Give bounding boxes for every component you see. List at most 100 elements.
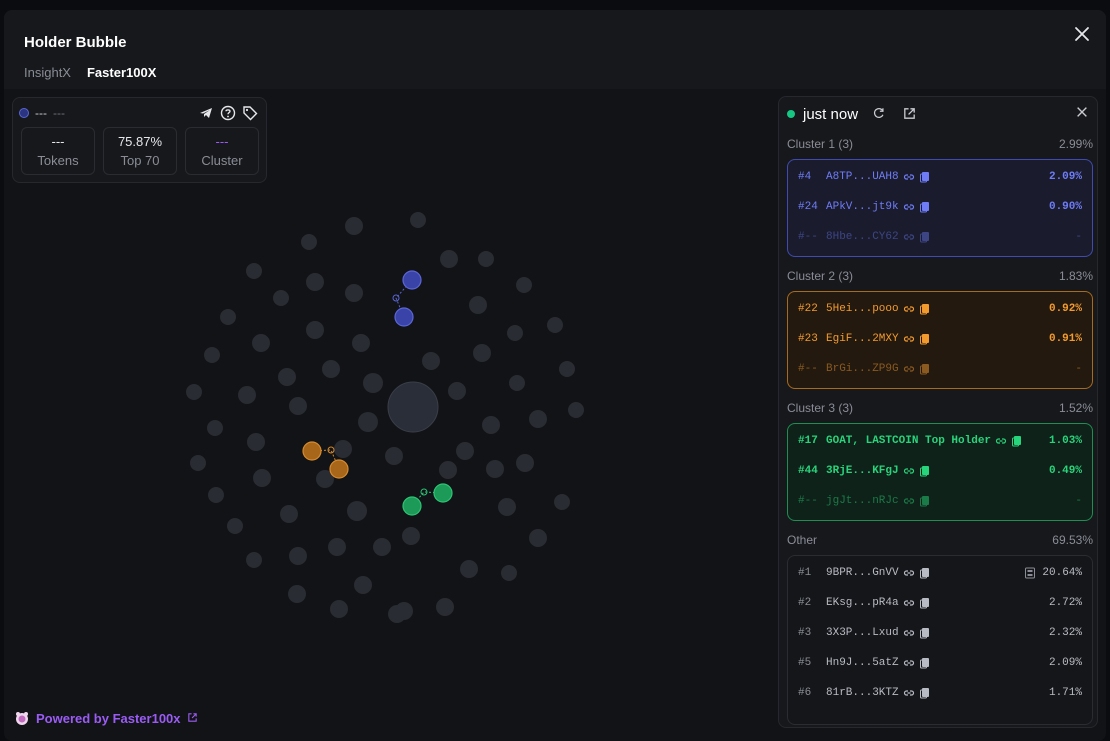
- copy-icon[interactable]: [919, 567, 931, 579]
- table-row[interactable]: #17 GOAT, LASTCOIN Top Holder 1.03%: [798, 432, 1082, 450]
- holder-bubble[interactable]: [345, 284, 363, 302]
- top-holder-bubble[interactable]: [387, 381, 439, 433]
- cluster-2-bubble[interactable]: [302, 441, 322, 461]
- link-icon[interactable]: [903, 171, 915, 183]
- holder-bubble[interactable]: [354, 576, 372, 594]
- holder-bubble[interactable]: [204, 347, 220, 363]
- holder-bubble[interactable]: [547, 317, 563, 333]
- holder-bubble[interactable]: [482, 416, 500, 434]
- holder-bubble[interactable]: [306, 321, 324, 339]
- copy-icon[interactable]: [919, 687, 931, 699]
- holder-bubble[interactable]: [252, 334, 270, 352]
- copy-icon[interactable]: [919, 495, 931, 507]
- holder-bubble[interactable]: [460, 560, 478, 578]
- holder-address[interactable]: 81rB...3KTZ: [826, 687, 899, 699]
- holder-bubble[interactable]: [509, 375, 525, 391]
- holder-bubble[interactable]: [322, 360, 340, 378]
- holder-bubble[interactable]: [554, 494, 570, 510]
- table-row[interactable]: #2 EKsg...pR4a 2.72%: [798, 594, 1082, 612]
- holder-bubble[interactable]: [439, 461, 457, 479]
- close-icon[interactable]: [1072, 24, 1092, 44]
- copy-icon[interactable]: [919, 171, 931, 183]
- copy-icon[interactable]: [919, 303, 931, 315]
- holder-bubble[interactable]: [280, 505, 298, 523]
- holder-bubble[interactable]: [330, 600, 348, 618]
- tab-insightx[interactable]: InsightX: [24, 65, 71, 80]
- holder-bubble[interactable]: [456, 442, 474, 460]
- tag-icon[interactable]: [242, 105, 258, 121]
- holder-bubble[interactable]: [385, 447, 403, 465]
- copy-icon[interactable]: [919, 333, 931, 345]
- holder-bubble[interactable]: [246, 552, 262, 568]
- telegram-icon[interactable]: [198, 105, 214, 121]
- table-row[interactable]: #1 9BPR...GnVV 20.64%: [798, 564, 1082, 582]
- holder-bubble[interactable]: [328, 538, 346, 556]
- holder-bubble[interactable]: [507, 325, 523, 341]
- holder-bubble[interactable]: [220, 309, 236, 325]
- holder-bubble[interactable]: [190, 455, 206, 471]
- holder-address[interactable]: BrGi...ZP9G: [826, 363, 899, 375]
- holder-bubble[interactable]: [238, 386, 256, 404]
- link-icon[interactable]: [995, 435, 1007, 447]
- holder-bubble[interactable]: [529, 410, 547, 428]
- holder-bubble[interactable]: [363, 373, 383, 393]
- holder-bubble[interactable]: [486, 460, 504, 478]
- help-icon[interactable]: [220, 105, 236, 121]
- copy-icon[interactable]: [919, 201, 931, 213]
- link-icon[interactable]: [903, 465, 915, 477]
- holder-address[interactable]: Hn9J...5atZ: [826, 657, 899, 669]
- holder-bubble[interactable]: [388, 605, 406, 623]
- table-row[interactable]: #23 EgiF...2MXY 0.91%: [798, 330, 1082, 348]
- table-row[interactable]: #5 Hn9J...5atZ 2.09%: [798, 654, 1082, 672]
- holder-bubble[interactable]: [516, 454, 534, 472]
- copy-icon[interactable]: [919, 363, 931, 375]
- link-icon[interactable]: [903, 597, 915, 609]
- holder-address[interactable]: GOAT, LASTCOIN Top Holder: [826, 435, 991, 447]
- copy-icon[interactable]: [1011, 435, 1023, 447]
- holder-bubble[interactable]: [273, 290, 289, 306]
- table-row[interactable]: #-- 8Hbe...CY62 -: [798, 228, 1082, 246]
- holder-bubble[interactable]: [278, 368, 296, 386]
- holder-address[interactable]: 5Hei...pooo: [826, 303, 899, 315]
- holder-bubble[interactable]: [568, 402, 584, 418]
- holder-bubble[interactable]: [498, 498, 516, 516]
- copy-icon[interactable]: [919, 231, 931, 243]
- link-icon[interactable]: [903, 627, 915, 639]
- holder-bubble[interactable]: [352, 334, 370, 352]
- holder-address[interactable]: 8Hbe...CY62: [826, 231, 899, 243]
- tab-faster100x[interactable]: Faster100X: [87, 65, 156, 80]
- copy-icon[interactable]: [919, 657, 931, 669]
- holder-bubble[interactable]: [473, 344, 491, 362]
- powered-by-link[interactable]: Powered by Faster100x: [14, 710, 198, 726]
- cluster-3-bubble[interactable]: [402, 496, 422, 516]
- table-row[interactable]: #-- BrGi...ZP9G -: [798, 360, 1082, 378]
- holder-address[interactable]: 9BPR...GnVV: [826, 567, 899, 579]
- holder-bubble[interactable]: [448, 382, 466, 400]
- table-row[interactable]: #3 3X3P...Lxud 2.32%: [798, 624, 1082, 642]
- cluster-1-bubble[interactable]: [402, 270, 422, 290]
- holder-address[interactable]: APkV...jt9k: [826, 201, 899, 213]
- table-row[interactable]: #4 A8TP...UAH8 2.09%: [798, 168, 1082, 186]
- copy-icon[interactable]: [919, 597, 931, 609]
- table-row[interactable]: #6 81rB...3KTZ 1.71%: [798, 684, 1082, 702]
- copy-icon[interactable]: [919, 465, 931, 477]
- holder-bubble[interactable]: [358, 412, 378, 432]
- holder-bubble[interactable]: [478, 251, 494, 267]
- holder-bubble[interactable]: [306, 273, 324, 291]
- link-icon[interactable]: [903, 657, 915, 669]
- link-icon[interactable]: [903, 687, 915, 699]
- link-icon[interactable]: [903, 333, 915, 345]
- cluster-3-bubble[interactable]: [433, 483, 453, 503]
- holder-address[interactable]: 3X3P...Lxud: [826, 627, 899, 639]
- link-icon[interactable]: [903, 363, 915, 375]
- holder-bubble[interactable]: [301, 234, 317, 250]
- link-icon[interactable]: [903, 303, 915, 315]
- holder-bubble[interactable]: [247, 433, 265, 451]
- holder-bubble[interactable]: [289, 397, 307, 415]
- holder-address[interactable]: EKsg...pR4a: [826, 597, 899, 609]
- cluster-2-bubble[interactable]: [329, 459, 349, 479]
- holder-bubble[interactable]: [186, 384, 202, 400]
- holder-bubble[interactable]: [469, 296, 487, 314]
- holder-bubble[interactable]: [288, 585, 306, 603]
- holder-address[interactable]: 3RjE...KFgJ: [826, 465, 899, 477]
